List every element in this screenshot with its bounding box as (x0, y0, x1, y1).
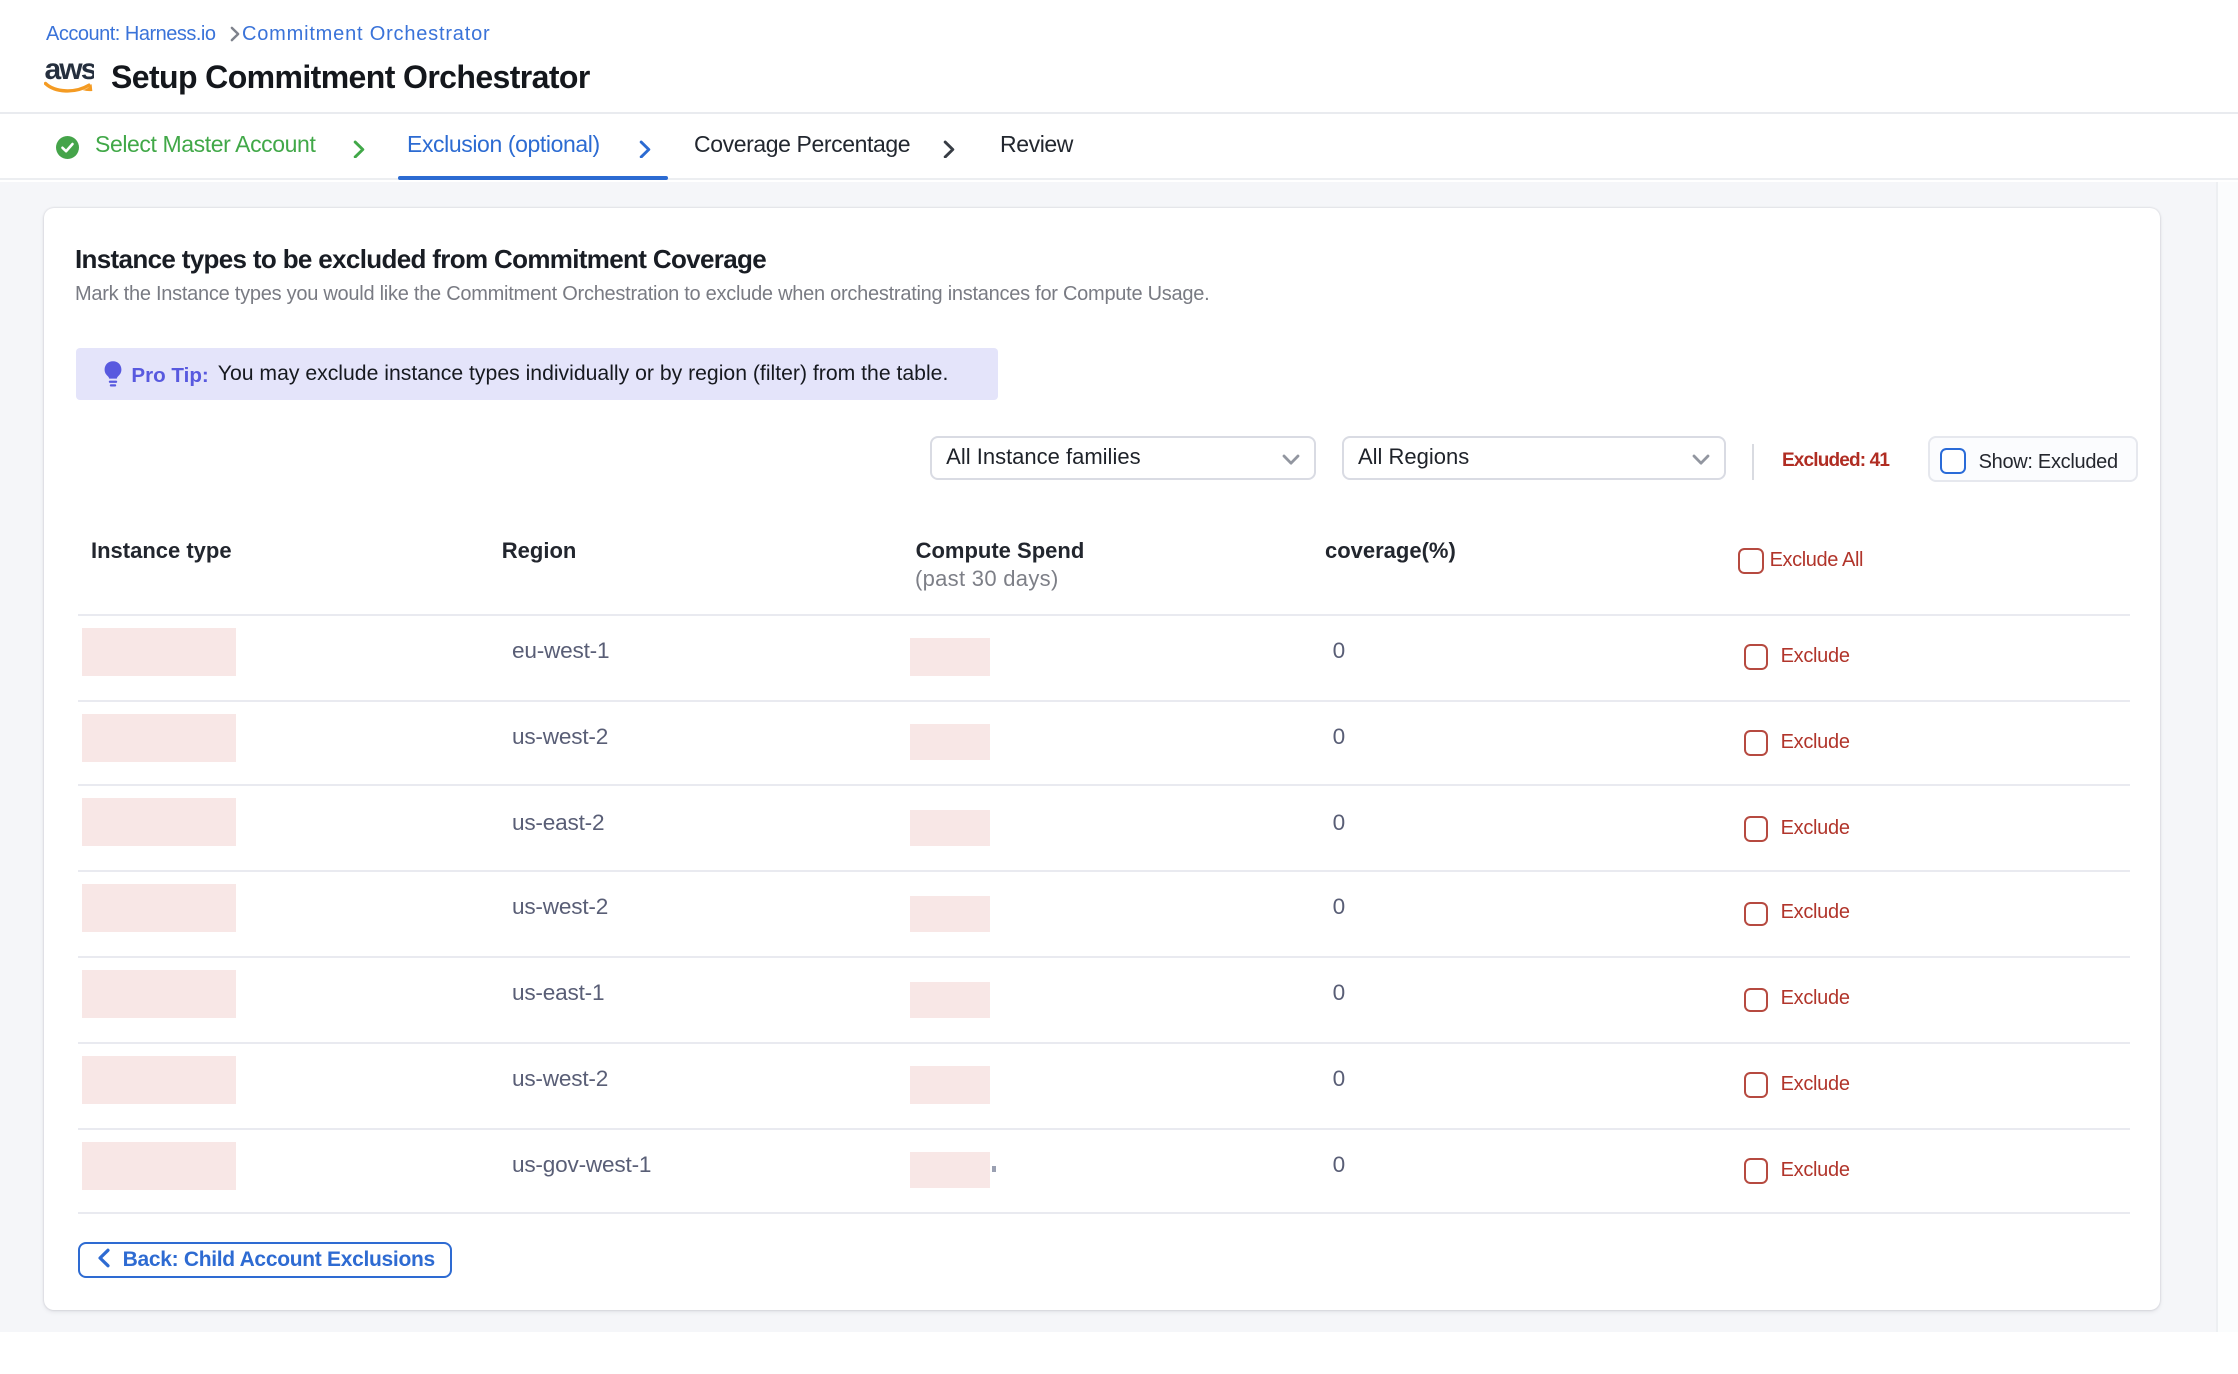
svg-text:aws: aws (45, 60, 95, 86)
